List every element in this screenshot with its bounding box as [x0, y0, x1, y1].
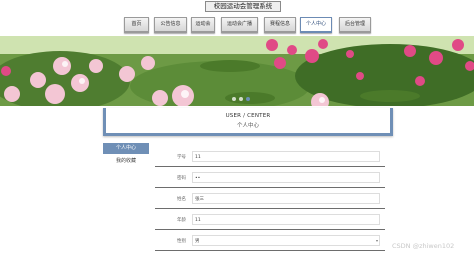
carousel-dot[interactable]: [232, 97, 236, 101]
nav-item-broadcast[interactable]: 运动会广播: [221, 17, 258, 33]
name-field[interactable]: 张三: [192, 193, 380, 204]
sidebar-item-favorites[interactable]: 我的收藏: [103, 156, 149, 167]
nav-item-admin[interactable]: 后台管理: [339, 17, 371, 33]
peony-flowers-image: [0, 36, 474, 106]
watermark: CSDN @zhiwen102: [392, 242, 455, 250]
nav-item-user-center[interactable]: 个人中心: [300, 17, 332, 33]
sidebar-item-user-center[interactable]: 个人中心: [103, 143, 149, 154]
nav-item-home[interactable]: 首页: [124, 17, 149, 33]
carousel-dot-active[interactable]: [246, 97, 250, 101]
form-row-password: 密码 ••: [155, 170, 385, 188]
gender-select[interactable]: 男: [192, 235, 380, 246]
banner-carousel[interactable]: [0, 36, 474, 106]
nav-item-notices[interactable]: 公告信息: [154, 17, 187, 33]
section-title-en: USER / CENTER: [225, 113, 271, 119]
nav-item-schedule[interactable]: 赛程信息: [264, 17, 296, 33]
field-label: 密码: [177, 176, 186, 181]
form-row-name: 姓名 张三: [155, 191, 385, 209]
form-row-gender: 性别 男 ▾: [155, 233, 385, 251]
field-label: 年龄: [177, 218, 186, 223]
user-center-header: USER / CENTER 个人中心: [103, 108, 393, 136]
field-label: 学号: [177, 155, 186, 160]
section-title-cn: 个人中心: [236, 123, 259, 129]
site-title: 校园运动会管理系统: [205, 1, 281, 12]
field-label: 姓名: [177, 197, 186, 202]
password-field[interactable]: ••: [192, 172, 380, 183]
carousel-dot[interactable]: [239, 97, 243, 101]
field-label: 性别: [177, 239, 186, 244]
form-row-student-id: 学号 11: [155, 149, 385, 167]
age-field[interactable]: 11: [192, 214, 380, 225]
chevron-down-icon[interactable]: ▾: [376, 238, 378, 243]
student-id-field[interactable]: 11: [192, 151, 380, 162]
form-row-age: 年龄 11: [155, 212, 385, 230]
nav-item-sports-meet[interactable]: 运动会: [191, 17, 215, 33]
